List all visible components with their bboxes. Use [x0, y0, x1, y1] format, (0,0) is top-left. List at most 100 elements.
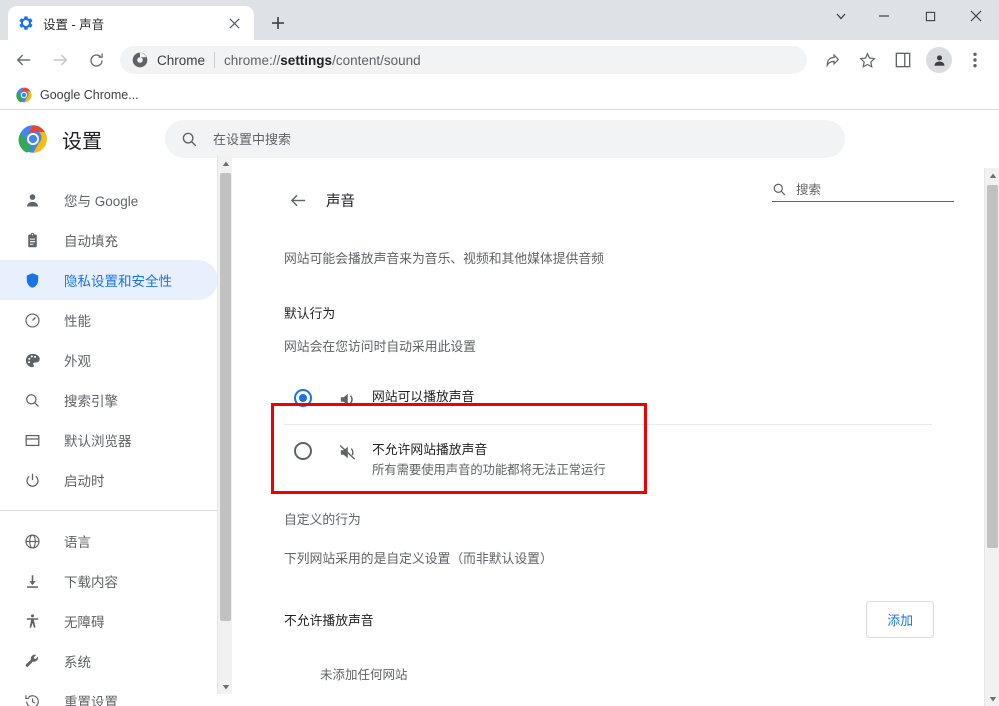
radio-option-allow-sound[interactable]: 网站可以播放声音 — [284, 377, 932, 425]
scroll-down-arrow-icon[interactable] — [985, 691, 999, 706]
share-icon[interactable] — [816, 45, 846, 75]
sidebar-item-label: 默认浏览器 — [64, 430, 132, 450]
new-tab-button[interactable] — [264, 9, 292, 37]
sidebar-item-performance[interactable]: 性能 — [0, 300, 218, 340]
sidebar-divider — [0, 510, 232, 511]
scrollbar-thumb[interactable] — [220, 173, 231, 621]
content-search-input[interactable] — [796, 183, 957, 197]
power-icon — [22, 470, 42, 490]
sidebar-item-label: 自动填充 — [64, 230, 118, 250]
speedometer-icon — [22, 310, 42, 330]
settings-search-box[interactable] — [165, 120, 845, 158]
bookmark-label: Google Chrome... — [40, 88, 139, 102]
person-icon — [22, 190, 42, 210]
radio-option-mute-sound[interactable]: 不允许网站播放声音 所有需要使用声音的功能都将无法正常运行 — [284, 425, 932, 501]
empty-state-text: 未添加任何网站 — [320, 664, 999, 683]
globe-icon — [22, 531, 42, 551]
sidebar-item-appearance[interactable]: 外观 — [0, 340, 218, 380]
url-prefix: chrome:// — [224, 53, 280, 68]
bookmarks-bar: Google Chrome... — [0, 80, 999, 110]
scrollbar-thumb[interactable] — [987, 185, 998, 548]
sidebar-item-system[interactable]: 系统 — [0, 641, 218, 681]
palette-icon — [22, 350, 42, 370]
sidebar-scrollbar[interactable] — [217, 156, 232, 694]
star-icon[interactable] — [852, 45, 882, 75]
search-icon — [22, 390, 42, 410]
sidebar-item-you-and-google[interactable]: 您与 Google — [0, 180, 218, 220]
settings-body: 您与 Google 自动填充 隐私设 — [0, 168, 999, 706]
url-suffix: /content/sound — [332, 53, 421, 68]
back-arrow-icon[interactable] — [284, 186, 312, 214]
page-title: 设置 — [62, 125, 102, 154]
omnibox-site-label: Chrome — [157, 53, 205, 68]
three-dot-menu-icon[interactable] — [960, 45, 990, 75]
omnibox-url: chrome://settings/content/sound — [224, 53, 421, 68]
avatar-icon[interactable] — [926, 47, 952, 73]
search-input[interactable] — [213, 132, 829, 147]
browser-toolbar: Chrome chrome://settings/content/sound — [0, 40, 999, 80]
search-icon — [181, 131, 199, 148]
sidebar-item-label: 下载内容 — [64, 571, 118, 591]
maximize-icon[interactable] — [907, 0, 953, 32]
chrome-logo-icon — [16, 87, 32, 103]
omnibox-separator — [214, 52, 215, 68]
radio-button-selected[interactable] — [294, 389, 312, 407]
tab-title: 设置 - 声音 — [43, 14, 224, 33]
sidebar-item-label: 您与 Google — [64, 190, 138, 210]
radio-option-label: 不允许网站播放声音 — [372, 441, 606, 460]
minimize-icon[interactable] — [861, 0, 907, 32]
address-bar[interactable]: Chrome chrome://settings/content/sound — [120, 46, 807, 74]
custom-behavior-subtitle: 下列网站采用的是自定义设置（而非默认设置） — [284, 548, 999, 567]
search-icon — [772, 182, 788, 197]
close-icon[interactable] — [224, 13, 244, 33]
bookmark-item[interactable]: Google Chrome... — [10, 84, 145, 106]
sidebar-item-reset-settings[interactable]: 重置设置 — [0, 681, 218, 706]
add-button[interactable]: 添加 — [866, 601, 934, 638]
back-arrow-icon[interactable] — [9, 45, 39, 75]
settings-header: 设置 — [0, 110, 999, 168]
scroll-up-arrow-icon[interactable] — [218, 156, 233, 171]
default-behavior-title: 默认行为 — [284, 303, 999, 322]
wrench-icon — [22, 651, 42, 671]
sidebar-item-label: 外观 — [64, 350, 91, 370]
default-behavior-options: 网站可以播放声音 不允许网站播放声音 所有需要使用声音的功能都 — [284, 377, 932, 501]
settings-page: 设置 您与 Google — [0, 110, 999, 706]
sidebar-item-on-startup[interactable]: 启动时 — [0, 460, 218, 500]
sidebar-item-search-engine[interactable]: 搜索引擎 — [0, 380, 218, 420]
custom-section-not-allowed: 不允许播放声音 添加 — [284, 601, 934, 638]
sidebar-item-languages[interactable]: 语言 — [0, 521, 218, 561]
side-panel-icon[interactable] — [888, 45, 918, 75]
download-icon — [22, 571, 42, 591]
sidebar-item-label: 启动时 — [64, 470, 105, 490]
speaker-muted-icon — [336, 441, 358, 463]
forward-arrow-icon[interactable] — [45, 45, 75, 75]
sidebar-item-downloads[interactable]: 下载内容 — [0, 561, 218, 601]
content-search-box[interactable] — [772, 182, 954, 202]
sidebar-item-accessibility[interactable]: 无障碍 — [0, 601, 218, 641]
settings-content: 声音 网站可能会播放声音来为音乐、视频和其他媒体提供音频 默认行为 网站会在您访… — [262, 168, 999, 706]
reload-icon[interactable] — [81, 45, 111, 75]
scroll-down-arrow-icon[interactable] — [218, 679, 233, 694]
section-label: 不允许播放声音 — [284, 610, 374, 629]
settings-sidebar: 您与 Google 自动填充 隐私设 — [0, 168, 232, 706]
sidebar-group-primary: 您与 Google 自动填充 隐私设 — [0, 180, 232, 500]
scroll-up-arrow-icon[interactable] — [985, 168, 999, 183]
sidebar-item-autofill[interactable]: 自动填充 — [0, 220, 218, 260]
sidebar-item-label: 语言 — [64, 531, 91, 551]
content-scrollbar[interactable] — [984, 168, 999, 706]
accessibility-icon — [22, 611, 42, 631]
chevron-down-icon[interactable] — [821, 0, 861, 32]
browser-tab[interactable]: 设置 - 声音 — [8, 6, 254, 40]
radio-option-description: 所有需要使用声音的功能都将无法正常运行 — [372, 461, 606, 479]
url-bold-segment: settings — [280, 53, 332, 68]
sidebar-item-privacy-and-security[interactable]: 隐私设置和安全性 — [0, 260, 218, 300]
sidebar-group-secondary: 语言 下载内容 — [0, 521, 232, 706]
radio-button-unselected[interactable] — [294, 442, 312, 460]
history-restore-icon — [22, 691, 42, 706]
shield-icon — [22, 270, 42, 290]
radio-option-texts: 网站可以播放声音 — [372, 388, 474, 407]
close-icon[interactable] — [953, 0, 999, 32]
sidebar-item-default-browser[interactable]: 默认浏览器 — [0, 420, 218, 460]
tab-strip: 设置 - 声音 — [0, 0, 999, 40]
radio-option-label: 网站可以播放声音 — [372, 389, 474, 404]
